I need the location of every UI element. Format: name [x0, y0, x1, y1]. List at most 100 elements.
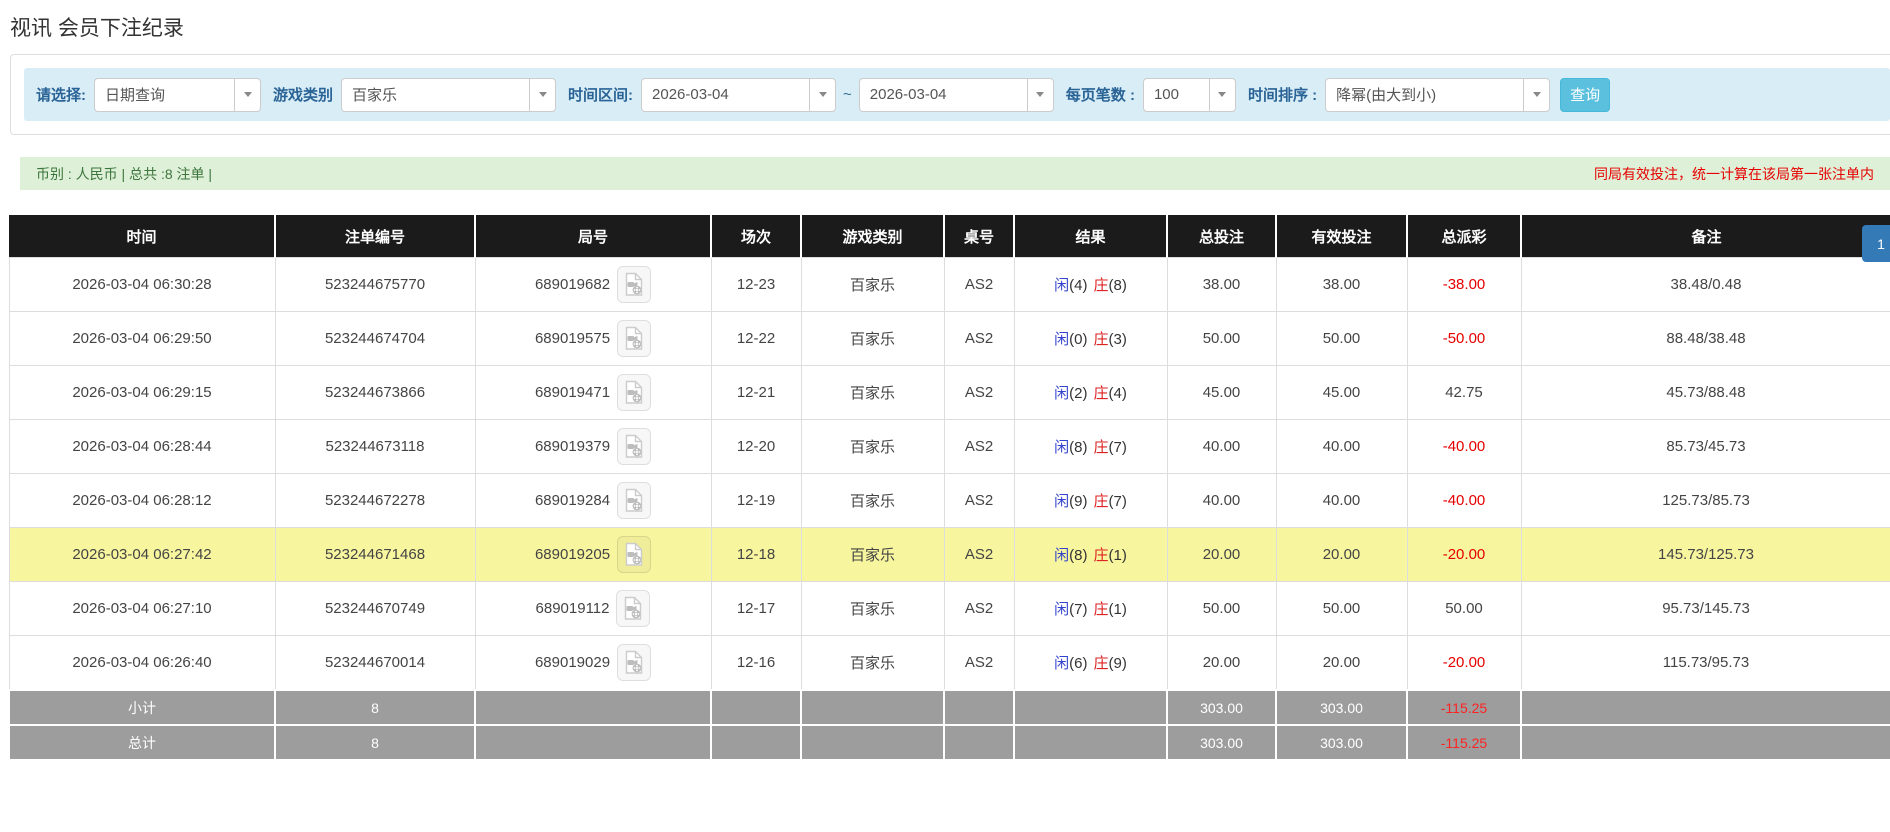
search-button[interactable]: 查询 [1560, 77, 1611, 112]
cell-note: 45.73/88.48 [1520, 365, 1890, 420]
cell-note: 38.48/0.48 [1520, 257, 1890, 312]
column-header-8: 有效投注 [1276, 215, 1408, 258]
pagination-page-1-button[interactable]: 1 [1862, 225, 1890, 262]
cell-round-id: 689019205 [474, 527, 712, 582]
result-banker-label: 庄 [1093, 277, 1109, 294]
video-replay-icon [625, 650, 643, 674]
cell-game-type: 百家乐 [800, 473, 945, 528]
time-sort-input[interactable] [1325, 77, 1524, 112]
cell-total-bet[interactable]: 40.00 [1166, 473, 1277, 528]
time-sort-select[interactable] [1325, 77, 1551, 112]
date-from-select[interactable] [641, 77, 837, 112]
game-type-dropdown-button[interactable] [529, 77, 557, 112]
table-row: 2026-03-04 06:27:10 523244670749 6890191… [8, 581, 1890, 636]
table-row: 2026-03-04 06:26:40 523244670014 6890190… [8, 635, 1890, 691]
cell-result: 闲(0) 庄(3) [1013, 311, 1168, 366]
video-replay-icon [625, 272, 643, 296]
cell-bet-id: 523244671468 [274, 527, 476, 582]
subtotal-payout: -115.25 [1406, 689, 1522, 726]
time-range-label: 时间区间: [568, 87, 634, 104]
result-player-points: (8) [1069, 547, 1088, 564]
cell-valid-bet: 20.00 [1275, 635, 1408, 691]
page-size-dropdown-button[interactable] [1208, 77, 1236, 112]
valid-bet-note: 同局有效投注，统一计算在该局第一张注单内 [1594, 165, 1874, 182]
cell-bet-id: 523244672278 [274, 473, 476, 528]
time-sort-dropdown-button[interactable] [1523, 77, 1551, 112]
game-type-label: 游戏类别 [273, 87, 334, 104]
cell-result: 闲(8) 庄(7) [1013, 419, 1168, 474]
video-replay-button[interactable] [617, 644, 652, 681]
cell-valid-bet: 38.00 [1275, 257, 1408, 312]
video-replay-button[interactable] [617, 482, 652, 519]
cell-total-bet[interactable]: 50.00 [1166, 581, 1277, 636]
cell-note: 145.73/125.73 [1520, 527, 1890, 582]
page-size-select[interactable] [1142, 77, 1236, 112]
cell-result: 闲(8) 庄(1) [1013, 527, 1168, 582]
cell-round-id: 689019575 [474, 311, 712, 366]
cell-bet-id: 523244675770 [274, 257, 476, 312]
date-from-dropdown-button[interactable] [809, 77, 837, 112]
round-id-text: 689019284 [534, 492, 611, 509]
video-replay-button[interactable] [617, 428, 652, 465]
summary-bar: 币别 : 人民币 | 总共 :8 注单 | 同局有效投注，统一计算在该局第一张注… [20, 157, 1890, 190]
date-to-select[interactable] [858, 77, 1054, 112]
result-player-points: (9) [1069, 493, 1088, 510]
column-header-9: 总派彩 [1407, 215, 1522, 258]
game-type-input[interactable] [341, 77, 530, 112]
video-replay-button[interactable] [617, 320, 652, 357]
date-to-dropdown-button[interactable] [1026, 77, 1054, 112]
table-row: 2026-03-04 06:29:15 523244673866 6890194… [8, 365, 1890, 420]
cell-total-bet[interactable]: 20.00 [1166, 635, 1277, 691]
cell-payout: 50.00 [1406, 581, 1522, 636]
video-replay-button[interactable] [617, 266, 652, 303]
cell-round-id: 689019471 [474, 365, 712, 420]
round-id-text: 689019205 [534, 546, 611, 563]
column-header-7: 总投注 [1167, 215, 1277, 258]
cell-total-bet[interactable]: 38.00 [1166, 257, 1277, 312]
cell-payout: -40.00 [1406, 419, 1522, 474]
result-banker-label: 庄 [1093, 331, 1109, 348]
cell-total-bet[interactable]: 50.00 [1166, 311, 1277, 366]
cell-round-id: 689019029 [474, 635, 712, 691]
result-player-label: 闲 [1054, 493, 1070, 510]
cell-table-no: AS2 [943, 257, 1015, 312]
cell-total-bet[interactable]: 20.00 [1166, 527, 1277, 582]
video-replay-icon [625, 488, 643, 512]
total-payout: -115.25 [1406, 724, 1522, 761]
cell-payout: -38.00 [1406, 257, 1522, 312]
cell-result: 闲(2) 庄(4) [1013, 365, 1168, 420]
video-replay-button[interactable] [617, 536, 652, 573]
round-id-text: 689019575 [534, 330, 611, 347]
video-replay-button[interactable] [616, 590, 651, 627]
subtotal-label: 小计 [8, 689, 276, 726]
cell-result: 闲(6) 庄(9) [1013, 635, 1168, 691]
page-size-input[interactable] [1142, 77, 1209, 112]
chevron-down-icon [818, 92, 827, 97]
game-type-select[interactable] [341, 77, 557, 112]
cell-game-type: 百家乐 [800, 581, 945, 636]
total-valid-bet: 303.00 [1275, 724, 1408, 761]
round-id-text: 689019682 [534, 276, 611, 293]
cell-note: 88.48/38.48 [1520, 311, 1890, 366]
cell-valid-bet: 20.00 [1275, 527, 1408, 582]
cell-session: 12-19 [710, 473, 802, 528]
cell-time: 2026-03-04 06:29:50 [8, 311, 276, 366]
subtotal-total-bet: 303.00 [1166, 689, 1277, 726]
date-to-input[interactable] [858, 77, 1027, 112]
cell-game-type: 百家乐 [800, 257, 945, 312]
cell-bet-id: 523244673118 [274, 419, 476, 474]
query-type-dropdown-button[interactable] [234, 77, 261, 112]
video-replay-button[interactable] [617, 374, 652, 411]
currency-total-text: 币别 : 人民币 | 总共 :8 注单 | [36, 165, 213, 182]
query-type-input[interactable] [94, 77, 234, 112]
cell-game-type: 百家乐 [800, 635, 945, 691]
cell-session: 12-20 [710, 419, 802, 474]
date-from-input[interactable] [641, 77, 810, 112]
result-banker-label: 庄 [1093, 547, 1109, 564]
page-title: 视讯 会员下注纪录 [10, 17, 184, 40]
cell-total-bet[interactable]: 40.00 [1166, 419, 1277, 474]
cell-total-bet[interactable]: 45.00 [1166, 365, 1277, 420]
query-type-select[interactable] [94, 77, 261, 112]
cell-round-id: 689019379 [474, 419, 712, 474]
cell-payout: -50.00 [1406, 311, 1522, 366]
